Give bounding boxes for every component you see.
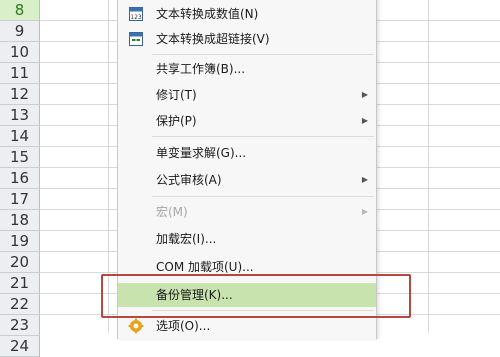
submenu-arrow-icon: ▶	[361, 207, 368, 216]
convert-hyperlink-icon	[129, 32, 143, 46]
row-header-14[interactable]: 14	[0, 126, 40, 147]
menu-item-formula-auditing[interactable]: 公式审核(A) ▶	[118, 168, 376, 192]
submenu-arrow-icon: ▶	[361, 175, 368, 184]
menu-item-label: 公式审核(A)	[156, 173, 222, 187]
svg-text:123: 123	[130, 14, 142, 21]
menu-separator	[152, 196, 374, 197]
row-header-18[interactable]: 18	[0, 210, 40, 231]
menu-item-goal-seek[interactable]: 单变量求解(G)...	[118, 141, 376, 165]
menu-item-label: 共享工作簿(B)...	[156, 62, 246, 76]
row-header-22[interactable]: 22	[0, 294, 40, 315]
menu-item-label: 宏(M)	[156, 205, 188, 219]
row-header-17[interactable]: 17	[0, 189, 40, 210]
row-header-15[interactable]: 15	[0, 147, 40, 168]
menu-item-revisions[interactable]: 修订(T) ▶	[118, 83, 376, 107]
menu-item-protect[interactable]: 保护(P) ▶	[118, 109, 376, 133]
row-header-16[interactable]: 16	[0, 168, 40, 189]
menu-item-macro: 宏(M) ▶	[118, 200, 376, 224]
row-header-13[interactable]: 13	[0, 105, 40, 126]
row-header-8[interactable]: 8	[0, 0, 40, 21]
row-header-24[interactable]: 24	[0, 336, 40, 357]
gear-icon	[128, 318, 144, 334]
menu-item-label: 文本转换成超链接(V)	[156, 32, 270, 46]
menu-separator	[152, 136, 374, 137]
menu-item-addins[interactable]: 加载宏(I)...	[118, 227, 376, 251]
submenu-arrow-icon: ▶	[361, 90, 368, 99]
gridline	[428, 0, 429, 333]
row-header-19[interactable]: 19	[0, 231, 40, 252]
menu-item-text-to-hyperlink[interactable]: 文本转换成超链接(V)	[118, 27, 376, 51]
row-header-10[interactable]: 10	[0, 42, 40, 63]
row-header-21[interactable]: 21	[0, 273, 40, 294]
menu-item-label: 修订(T)	[156, 88, 197, 102]
menu-item-label: 单变量求解(G)...	[156, 146, 247, 160]
menu-separator	[152, 54, 374, 55]
row-header-20[interactable]: 20	[0, 252, 40, 273]
menu-item-text-to-number[interactable]: 123 文本转换成数值(N)	[118, 2, 376, 26]
menu-item-label: 文本转换成数值(N)	[156, 7, 259, 21]
row-header-12[interactable]: 12	[0, 84, 40, 105]
highlight-callout-box	[101, 274, 411, 318]
menu-item-share-workbook[interactable]: 共享工作簿(B)...	[118, 57, 376, 81]
row-header-11[interactable]: 11	[0, 63, 40, 84]
menu-item-label: 加载宏(I)...	[156, 232, 217, 246]
convert-number-icon: 123	[129, 7, 143, 21]
submenu-arrow-icon: ▶	[361, 116, 368, 125]
row-header-9[interactable]: 9	[0, 21, 40, 42]
menu-item-label: 保护(P)	[156, 114, 197, 128]
